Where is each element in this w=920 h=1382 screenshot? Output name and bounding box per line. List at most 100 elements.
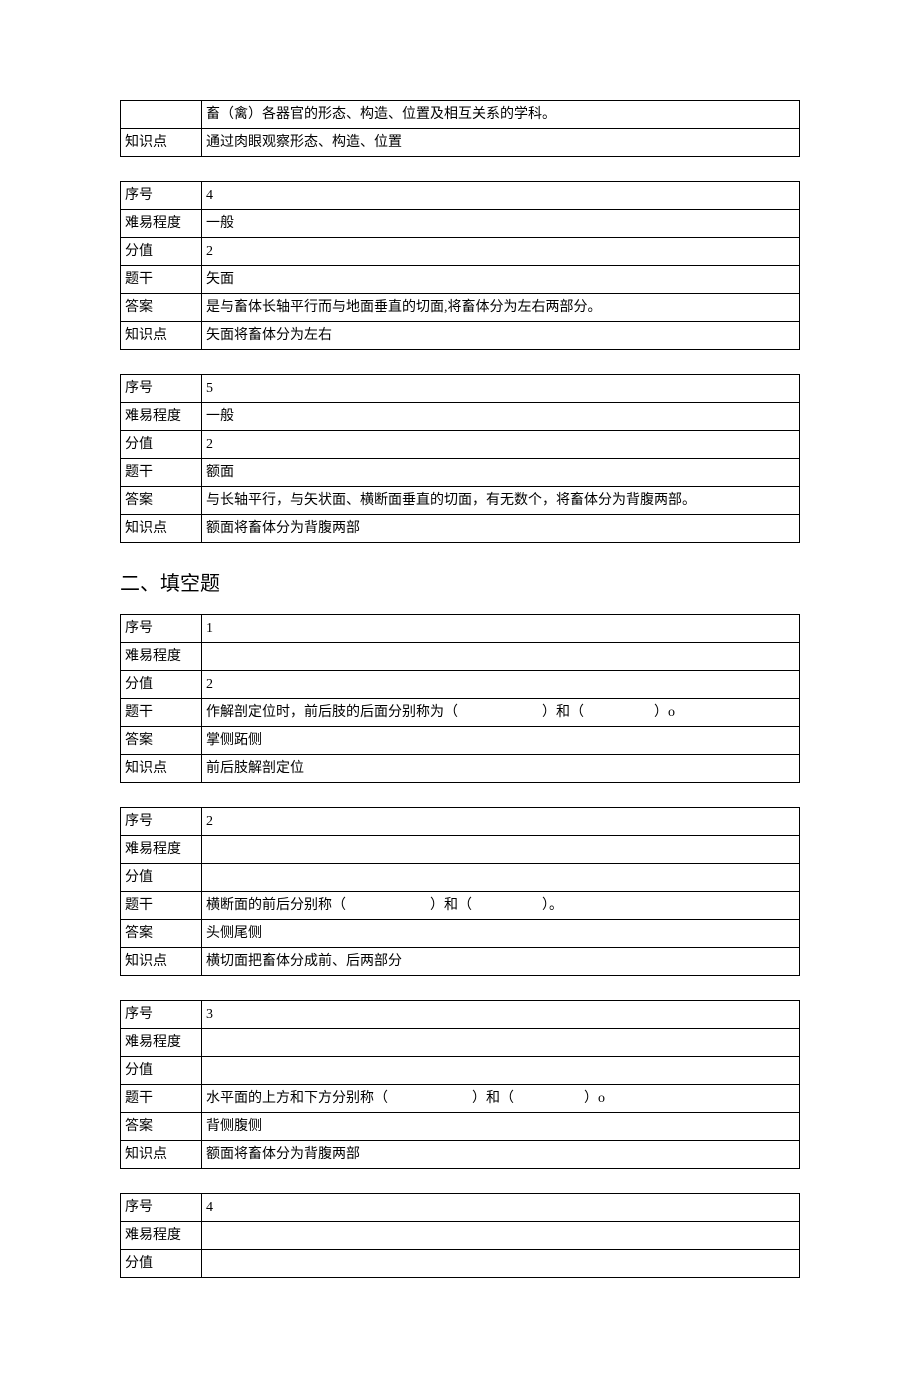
cell-label-seq: 序号 xyxy=(121,1001,202,1029)
table-row: 知识点 横切面把畜体分成前、后两部分 xyxy=(121,948,800,976)
cell-label-point: 知识点 xyxy=(121,515,202,543)
cell-label-answer: 答案 xyxy=(121,1113,202,1141)
table-row: 序号 4 xyxy=(121,1194,800,1222)
cell-value xyxy=(202,643,800,671)
cell-label-stem: 题干 xyxy=(121,459,202,487)
table-row: 分值 xyxy=(121,1250,800,1278)
cell-label-answer: 答案 xyxy=(121,920,202,948)
cell-label-stem: 题干 xyxy=(121,1085,202,1113)
cell-value: 头侧尾侧 xyxy=(202,920,800,948)
cell-value: 4 xyxy=(202,1194,800,1222)
table-row: 知识点 额面将畜体分为背腹两部 xyxy=(121,515,800,543)
table-partial-top: 畜（禽）各器官的形态、构造、位置及相互关系的学科。 知识点 通过肉眼观察形态、构… xyxy=(120,100,800,157)
cell-value: 2 xyxy=(202,671,800,699)
cell-label-score: 分值 xyxy=(121,864,202,892)
cell-label-answer: 答案 xyxy=(121,487,202,515)
table-row: 答案 是与畜体长轴平行而与地面垂直的切面,将畜体分为左右两部分。 xyxy=(121,294,800,322)
cell-value: 横切面把畜体分成前、后两部分 xyxy=(202,948,800,976)
table-row: 分值 xyxy=(121,864,800,892)
table-fill-4: 序号 4 难易程度 分值 xyxy=(120,1193,800,1278)
table-row: 知识点 前后肢解剖定位 xyxy=(121,755,800,783)
cell-label-score: 分值 xyxy=(121,1250,202,1278)
cell-value: 4 xyxy=(202,182,800,210)
cell-value xyxy=(202,1250,800,1278)
cell-value: 前后肢解剖定位 xyxy=(202,755,800,783)
table-row: 难易程度 一般 xyxy=(121,403,800,431)
cell-value: 额面将畜体分为背腹两部 xyxy=(202,515,800,543)
cell-value: 与长轴平行，与矢状面、横断面垂直的切面，有无数个，将畜体分为背腹两部。 xyxy=(202,487,800,515)
cell-value: 3 xyxy=(202,1001,800,1029)
table-row: 知识点 矢面将畜体分为左右 xyxy=(121,322,800,350)
cell-value: 2 xyxy=(202,808,800,836)
table-row: 难易程度 xyxy=(121,1222,800,1250)
table-row: 题干 横断面的前后分别称（ ）和（ ）。 xyxy=(121,892,800,920)
table-row: 难易程度 一般 xyxy=(121,210,800,238)
cell-label-score: 分值 xyxy=(121,238,202,266)
cell-value: 矢面 xyxy=(202,266,800,294)
cell-label-stem: 题干 xyxy=(121,266,202,294)
table-row: 答案 掌侧跖侧 xyxy=(121,727,800,755)
cell-label-answer: 答案 xyxy=(121,727,202,755)
cell-label-answer: 答案 xyxy=(121,294,202,322)
cell-label-score: 分值 xyxy=(121,1057,202,1085)
table-row: 答案 头侧尾侧 xyxy=(121,920,800,948)
table-row: 知识点 额面将畜体分为背腹两部 xyxy=(121,1141,800,1169)
cell-value: 掌侧跖侧 xyxy=(202,727,800,755)
cell-value: 一般 xyxy=(202,403,800,431)
table-row: 分值 2 xyxy=(121,431,800,459)
cell-value: 通过肉眼观察形态、构造、位置 xyxy=(202,129,800,157)
cell-label-difficulty: 难易程度 xyxy=(121,1029,202,1057)
cell-label-difficulty: 难易程度 xyxy=(121,403,202,431)
cell-value xyxy=(202,864,800,892)
table-question-4: 序号 4 难易程度 一般 分值 2 题干 矢面 答案 是与畜体长轴平行而与地面垂… xyxy=(120,181,800,350)
table-row: 题干 水平面的上方和下方分别称（ ）和（ ）o xyxy=(121,1085,800,1113)
table-fill-3: 序号 3 难易程度 分值 题干 水平面的上方和下方分别称（ ）和（ ）o 答案 … xyxy=(120,1000,800,1169)
table-row: 序号 4 xyxy=(121,182,800,210)
cell-value xyxy=(202,1222,800,1250)
cell-label-point: 知识点 xyxy=(121,129,202,157)
cell-label-score: 分值 xyxy=(121,431,202,459)
cell-label-seq: 序号 xyxy=(121,615,202,643)
cell-value: 2 xyxy=(202,431,800,459)
table-row: 难易程度 xyxy=(121,1029,800,1057)
cell-label-seq: 序号 xyxy=(121,375,202,403)
cell-value: 矢面将畜体分为左右 xyxy=(202,322,800,350)
cell-value xyxy=(202,1029,800,1057)
table-fill-2: 序号 2 难易程度 分值 题干 横断面的前后分别称（ ）和（ ）。 答案 头侧尾… xyxy=(120,807,800,976)
cell-value: 作解剖定位时，前后肢的后面分别称为（ ）和（ ）o xyxy=(202,699,800,727)
cell-value: 畜（禽）各器官的形态、构造、位置及相互关系的学科。 xyxy=(202,101,800,129)
table-row: 答案 背侧腹侧 xyxy=(121,1113,800,1141)
cell-value: 额面 xyxy=(202,459,800,487)
cell-label-seq: 序号 xyxy=(121,182,202,210)
cell-label-difficulty: 难易程度 xyxy=(121,210,202,238)
section-heading-fill: 二、填空题 xyxy=(120,567,800,596)
cell-label-stem: 题干 xyxy=(121,892,202,920)
table-row: 题干 额面 xyxy=(121,459,800,487)
cell-value: 2 xyxy=(202,238,800,266)
cell-value: 1 xyxy=(202,615,800,643)
cell-label-point: 知识点 xyxy=(121,1141,202,1169)
table-row: 序号 5 xyxy=(121,375,800,403)
cell-label-point: 知识点 xyxy=(121,948,202,976)
cell-label-point: 知识点 xyxy=(121,755,202,783)
table-row: 知识点 通过肉眼观察形态、构造、位置 xyxy=(121,129,800,157)
cell-value: 一般 xyxy=(202,210,800,238)
cell-label-blank xyxy=(121,101,202,129)
cell-label-seq: 序号 xyxy=(121,1194,202,1222)
table-row: 分值 2 xyxy=(121,238,800,266)
cell-value: 5 xyxy=(202,375,800,403)
table-question-5: 序号 5 难易程度 一般 分值 2 题干 额面 答案 与长轴平行，与矢状面、横断… xyxy=(120,374,800,543)
cell-value: 额面将畜体分为背腹两部 xyxy=(202,1141,800,1169)
table-row: 难易程度 xyxy=(121,643,800,671)
table-row: 畜（禽）各器官的形态、构造、位置及相互关系的学科。 xyxy=(121,101,800,129)
cell-label-seq: 序号 xyxy=(121,808,202,836)
cell-label-difficulty: 难易程度 xyxy=(121,643,202,671)
cell-value: 背侧腹侧 xyxy=(202,1113,800,1141)
cell-value: 是与畜体长轴平行而与地面垂直的切面,将畜体分为左右两部分。 xyxy=(202,294,800,322)
cell-label-difficulty: 难易程度 xyxy=(121,1222,202,1250)
cell-label-difficulty: 难易程度 xyxy=(121,836,202,864)
cell-label-score: 分值 xyxy=(121,671,202,699)
table-fill-1: 序号 1 难易程度 分值 2 题干 作解剖定位时，前后肢的后面分别称为（ ）和（… xyxy=(120,614,800,783)
table-row: 序号 2 xyxy=(121,808,800,836)
table-row: 分值 xyxy=(121,1057,800,1085)
